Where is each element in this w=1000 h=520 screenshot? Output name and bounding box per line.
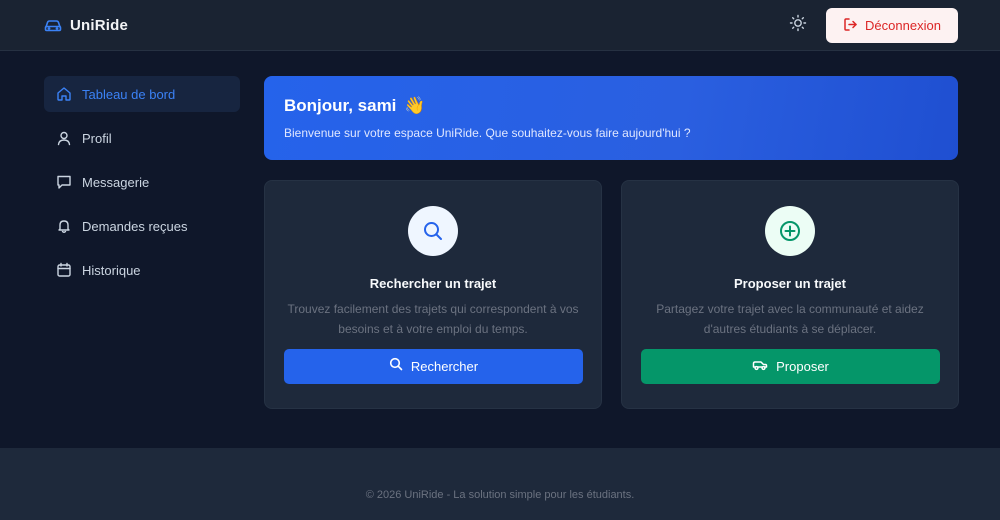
car-icon bbox=[44, 19, 62, 33]
card-description: Partagez votre trajet avec la communauté… bbox=[656, 302, 924, 336]
sidebar-nav: Tableau de bord Profil Messagerie Demand… bbox=[44, 76, 240, 296]
search-button[interactable]: Rechercher bbox=[284, 349, 583, 384]
propose-button[interactable]: Proposer bbox=[641, 349, 940, 384]
top-header: UniRide Déconnexion bbox=[0, 0, 1000, 51]
user-icon bbox=[56, 130, 72, 146]
card-description: Trouvez facilement des trajets qui corre… bbox=[287, 302, 579, 336]
propose-trip-card: Proposer un trajet Partagez votre trajet… bbox=[621, 180, 959, 409]
sidebar-item-label: Tableau de bord bbox=[82, 86, 176, 102]
brand-logo[interactable]: UniRide bbox=[44, 0, 128, 51]
sidebar-item-history[interactable]: Historique bbox=[44, 252, 240, 288]
sidebar-item-label: Profil bbox=[82, 130, 112, 146]
card-title: Proposer un trajet bbox=[734, 276, 846, 291]
sidebar-item-requests[interactable]: Demandes reçues bbox=[44, 208, 240, 244]
message-icon bbox=[56, 174, 72, 190]
search-icon bbox=[389, 357, 403, 376]
search-button-label: Rechercher bbox=[410, 359, 479, 374]
sidebar-item-profile[interactable]: Profil bbox=[44, 120, 240, 156]
sidebar-item-dashboard[interactable]: Tableau de bord bbox=[44, 76, 240, 112]
welcome-banner: Bonjour, sami 👋 Bienvenue sur votre espa… bbox=[264, 76, 958, 160]
home-icon bbox=[56, 86, 72, 102]
logout-icon bbox=[843, 17, 858, 35]
car-icon bbox=[752, 358, 768, 376]
sidebar-item-label: Messagerie bbox=[82, 174, 150, 190]
theme-toggle-button[interactable] bbox=[784, 11, 812, 39]
logout-button[interactable]: Déconnexion bbox=[826, 8, 958, 43]
sidebar-item-messages[interactable]: Messagerie bbox=[44, 164, 240, 200]
card-title: Rechercher un trajet bbox=[369, 276, 497, 291]
propose-button-label: Proposer bbox=[776, 359, 829, 374]
footer-text: © 2026 UniRide - La solution simple pour… bbox=[365, 489, 635, 501]
calendar-icon bbox=[56, 262, 72, 278]
sidebar-item-label: Demandes reçues bbox=[82, 218, 188, 234]
search-icon bbox=[408, 206, 458, 256]
bell-icon bbox=[56, 218, 72, 234]
logout-label: Déconnexion bbox=[865, 18, 941, 33]
welcome-subtitle: Bienvenue sur votre espace UniRide. Que … bbox=[284, 126, 691, 140]
brand-name: UniRide bbox=[70, 17, 129, 34]
wave-emoji: 👋 bbox=[404, 96, 426, 115]
sidebar-item-label: Historique bbox=[82, 262, 141, 278]
page-footer: © 2026 UniRide - La solution simple pour… bbox=[0, 448, 1000, 520]
sun-icon bbox=[789, 14, 807, 37]
search-trip-card: Rechercher un trajet Trouvez facilement … bbox=[264, 180, 602, 409]
greeting-text: Bonjour, sami bbox=[284, 96, 397, 115]
welcome-title: Bonjour, sami 👋 bbox=[284, 96, 938, 116]
plus-circle-icon bbox=[765, 206, 815, 256]
